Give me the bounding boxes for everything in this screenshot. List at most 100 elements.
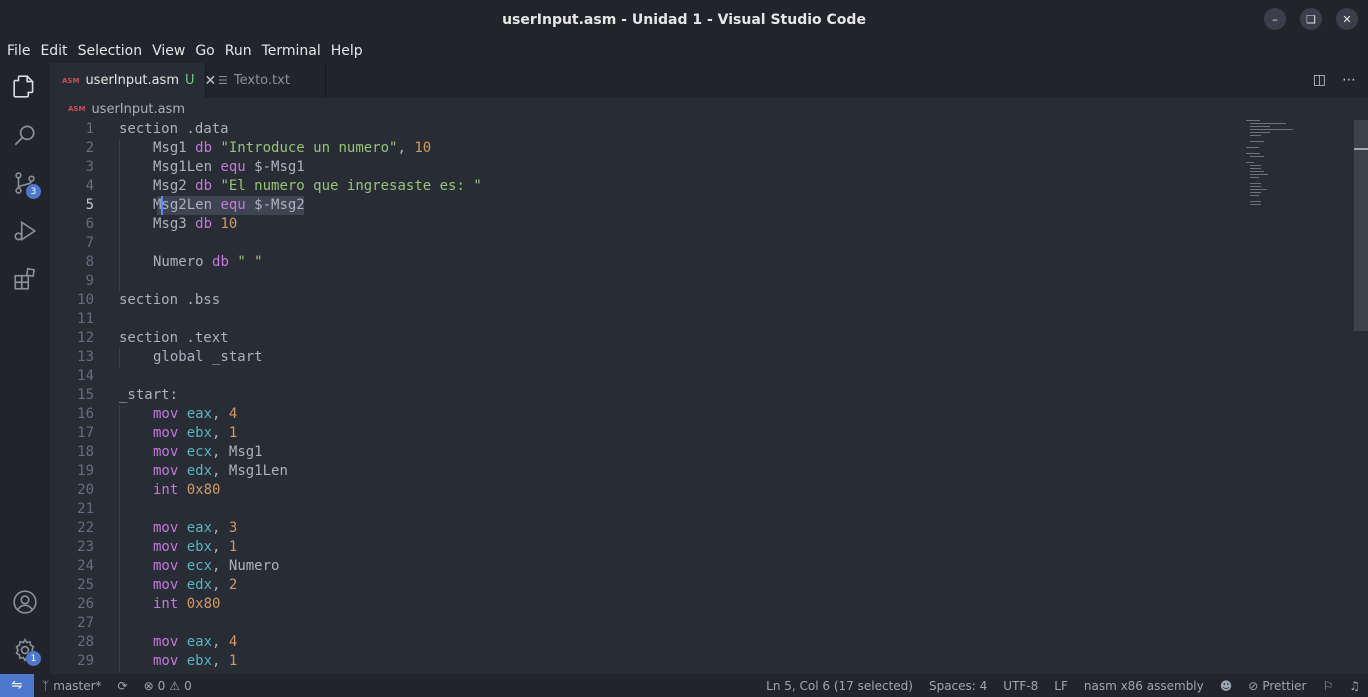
- more-actions-icon[interactable]: ⋯: [1342, 72, 1356, 88]
- minimap[interactable]: [1238, 120, 1338, 220]
- cursor-position[interactable]: Ln 5, Col 6 (17 selected): [758, 679, 921, 693]
- code-token: section .data: [119, 121, 229, 137]
- code-token: , Msg1: [212, 444, 263, 460]
- code-line[interactable]: 27: [50, 614, 1352, 633]
- menu-view[interactable]: View: [147, 43, 190, 59]
- code-token: Msg1Len: [153, 159, 221, 175]
- split-editor-icon[interactable]: ◫: [1313, 72, 1326, 88]
- account-icon[interactable]: [0, 578, 50, 626]
- menu-file[interactable]: File: [2, 43, 35, 59]
- editor-scrollbar[interactable]: [1354, 120, 1368, 331]
- code-line[interactable]: 13 global _start: [50, 348, 1352, 367]
- code-editor[interactable]: 1 section .data 2 Msg1 db "Introduce un num…: [50, 120, 1352, 674]
- minimap-line: [1246, 120, 1261, 121]
- menu-help[interactable]: Help: [326, 43, 368, 59]
- indentation[interactable]: Spaces: 4: [921, 679, 995, 693]
- copilot-icon[interactable]: ☻: [1212, 679, 1241, 693]
- code-line[interactable]: 19 mov edx, Msg1Len: [50, 462, 1352, 481]
- language-mode[interactable]: nasm x86 assembly: [1076, 679, 1212, 693]
- feedback-icon[interactable]: ⚐: [1314, 679, 1341, 693]
- code-line[interactable]: 20 int 0x80: [50, 481, 1352, 500]
- prettier-icon: ⊘: [1248, 678, 1259, 693]
- menu-selection[interactable]: Selection: [73, 43, 148, 59]
- end-of-line[interactable]: LF: [1046, 679, 1076, 693]
- minimap-line: [1250, 132, 1270, 133]
- code-token: ,: [212, 520, 229, 536]
- tab-userinput-asm[interactable]: ASM userInput.asm U ✕: [50, 63, 216, 98]
- code-line[interactable]: 3 Msg1Len equ $-Msg1: [50, 158, 1352, 177]
- code-line[interactable]: 1 section .data: [50, 120, 1352, 139]
- code-token: db: [212, 254, 229, 270]
- line-number: 26: [77, 596, 94, 612]
- line-number: 8: [85, 254, 94, 270]
- line-number: 1: [85, 121, 94, 137]
- menu-run[interactable]: Run: [220, 43, 257, 59]
- remote-icon[interactable]: ⇋: [0, 674, 34, 697]
- minimap-line: [1250, 165, 1261, 166]
- close-window-button[interactable]: ✕: [1336, 8, 1358, 30]
- code-line[interactable]: 5 Msg2Len equ $-Msg2: [50, 196, 1352, 215]
- breadcrumb: ASM userInput.asm: [50, 98, 1350, 120]
- code-line[interactable]: 2 Msg1 db "Introduce un numero", 10: [50, 139, 1352, 158]
- code-token: Msg3: [153, 216, 196, 232]
- code-text: Msg3 db 10: [153, 215, 237, 234]
- problems-status[interactable]: ⊗ 0 ⚠ 0: [136, 679, 200, 693]
- error-icon: ⊗: [143, 678, 154, 693]
- code-line[interactable]: 25 mov edx, 2: [50, 576, 1352, 595]
- code-line[interactable]: 11: [50, 310, 1352, 329]
- menu-go[interactable]: Go: [190, 43, 219, 59]
- indent-guide: [119, 348, 120, 367]
- code-line[interactable]: 23 mov ebx, 1: [50, 538, 1352, 557]
- code-line[interactable]: 18 mov ecx, Msg1: [50, 443, 1352, 462]
- notifications-bell-icon[interactable]: ♫: [1341, 679, 1368, 693]
- menu-terminal[interactable]: Terminal: [257, 43, 326, 59]
- code-line[interactable]: 4 Msg2 db "El numero que ingresaste es: ": [50, 177, 1352, 196]
- code-line[interactable]: 14: [50, 367, 1352, 386]
- tab-texto-txt[interactable]: ☰ Texto.txt: [206, 63, 326, 98]
- code-line[interactable]: 9: [50, 272, 1352, 291]
- code-token: db: [195, 140, 213, 156]
- sync-icon[interactable]: ⟳: [110, 679, 136, 693]
- code-token: "Introduce un numero": [220, 140, 398, 156]
- encoding[interactable]: UTF-8: [995, 679, 1046, 693]
- minimize-button[interactable]: –: [1264, 8, 1286, 30]
- code-line[interactable]: 24 mov ecx, Numero: [50, 557, 1352, 576]
- settings-gear-icon[interactable]: 1: [0, 626, 50, 674]
- line-number: 12: [77, 330, 94, 346]
- run-debug-icon[interactable]: [0, 207, 50, 255]
- code-line[interactable]: 10 section .bss: [50, 291, 1352, 310]
- minimap-line: [1250, 141, 1265, 142]
- code-token: eax: [186, 520, 213, 536]
- code-text: mov ecx, Msg1: [153, 443, 263, 462]
- code-line[interactable]: 16 mov eax, 4: [50, 405, 1352, 424]
- code-line[interactable]: 21: [50, 500, 1352, 519]
- explorer-icon[interactable]: [0, 63, 50, 111]
- code-token: mov: [153, 653, 179, 669]
- scm-badge: 3: [26, 184, 41, 199]
- code-line[interactable]: 15 _start:: [50, 386, 1352, 405]
- code-line[interactable]: 26 int 0x80: [50, 595, 1352, 614]
- code-line[interactable]: 28 mov eax, 4: [50, 633, 1352, 652]
- prettier-status[interactable]: ⊘ Prettier: [1240, 679, 1314, 693]
- branch-status[interactable]: ᛉ master*: [34, 679, 110, 693]
- search-icon[interactable]: [0, 111, 50, 159]
- code-line[interactable]: 6 Msg3 db 10: [50, 215, 1352, 234]
- minimap-line: [1250, 177, 1259, 178]
- code-line[interactable]: 7: [50, 234, 1352, 253]
- code-line[interactable]: 29 mov ebx, 1: [50, 652, 1352, 671]
- code-line[interactable]: 12 section .text: [50, 329, 1352, 348]
- extensions-icon[interactable]: [0, 255, 50, 303]
- code-line[interactable]: 17 mov ebx, 1: [50, 424, 1352, 443]
- code-line[interactable]: 22 mov eax, 3: [50, 519, 1352, 538]
- maximize-button[interactable]: ❏: [1300, 8, 1322, 30]
- breadcrumb-file[interactable]: userInput.asm: [91, 102, 185, 117]
- source-control-icon[interactable]: 3: [0, 159, 50, 207]
- code-token: Msg2: [153, 178, 196, 194]
- code-token: edx: [186, 577, 213, 593]
- code-line[interactable]: 8 Numero db " ": [50, 253, 1352, 272]
- menu-edit[interactable]: Edit: [35, 43, 72, 59]
- settings-badge: 1: [26, 651, 41, 666]
- code-token: equ: [220, 197, 246, 213]
